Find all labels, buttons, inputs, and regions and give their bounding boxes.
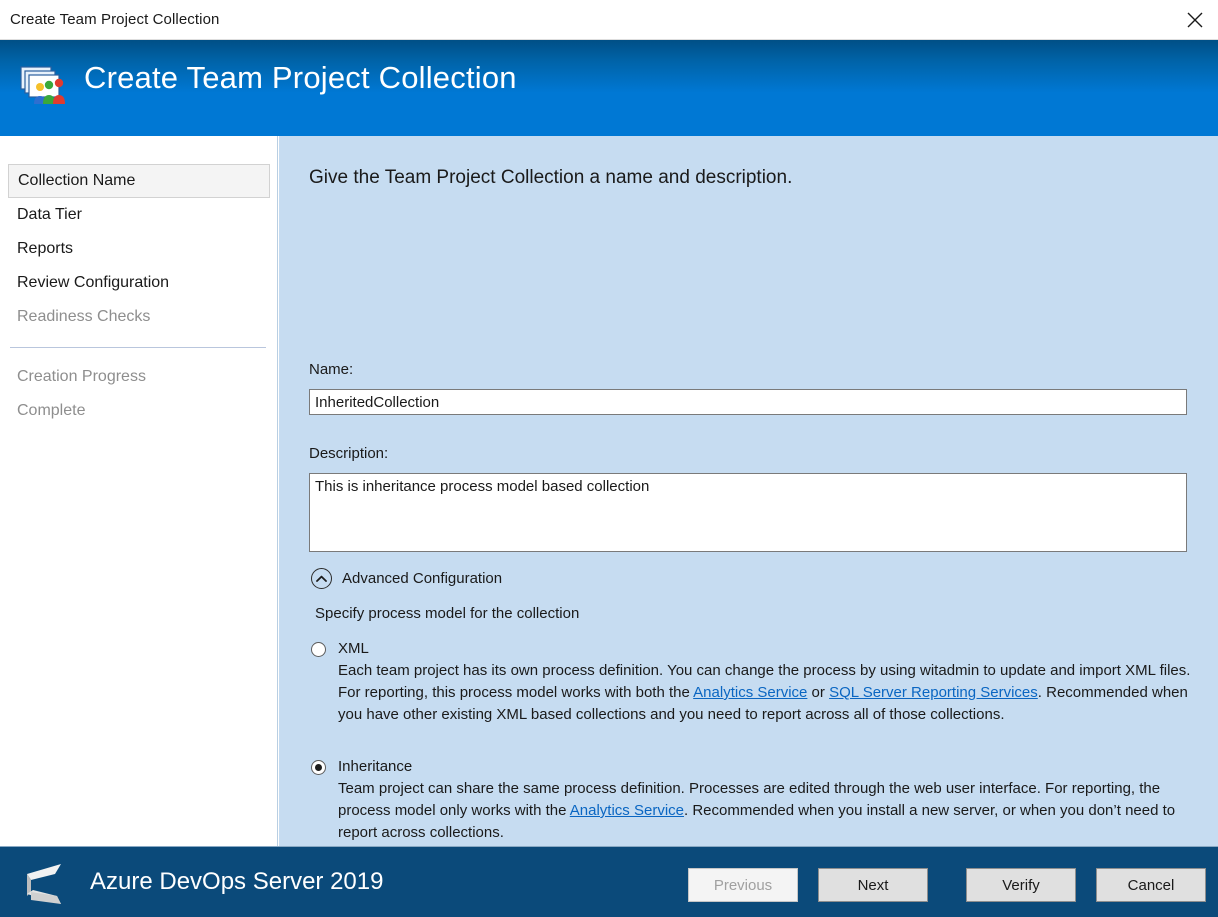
product-name: Azure DevOps Server 2019 xyxy=(90,868,383,896)
content-heading: Give the Team Project Collection a name … xyxy=(309,167,792,189)
sidebar-item-review-configuration[interactable]: Review Configuration xyxy=(8,266,270,300)
radio-inheritance-description: Team project can share the same process … xyxy=(338,778,1196,844)
close-icon[interactable] xyxy=(1172,0,1218,39)
next-button[interactable]: Next xyxy=(818,868,928,902)
sidebar-item-label: Collection Name xyxy=(18,172,135,190)
sidebar-item-collection-name[interactable]: Collection Name xyxy=(8,164,270,198)
sidebar-item-readiness-checks: Readiness Checks xyxy=(8,300,270,334)
page-title: Create Team Project Collection xyxy=(84,60,517,96)
process-model-option-inheritance[interactable]: Inheritance Team project can share the s… xyxy=(311,757,1201,844)
radio-inheritance[interactable] xyxy=(311,760,326,775)
dialog-header: Create Team Project Collection xyxy=(0,40,1218,136)
sql-server-reporting-services-link[interactable]: SQL Server Reporting Services xyxy=(829,684,1038,701)
wizard-content-panel: Give the Team Project Collection a name … xyxy=(279,136,1218,846)
create-team-project-collection-dialog: Create Team Project Collection Create Te… xyxy=(0,0,1218,917)
sidebar-item-creation-progress: Creation Progress xyxy=(8,360,270,394)
azure-devops-logo-icon xyxy=(17,860,71,908)
verify-button[interactable]: Verify xyxy=(966,868,1076,902)
description-field-label: Description: xyxy=(309,445,388,462)
analytics-service-link[interactable]: Analytics Service xyxy=(570,802,684,819)
advanced-configuration-toggle[interactable]: Advanced Configuration xyxy=(311,568,502,589)
sidebar-item-label: Data Tier xyxy=(17,206,82,224)
sidebar-item-label: Creation Progress xyxy=(17,368,146,386)
collection-name-input[interactable] xyxy=(309,389,1187,415)
analytics-service-link[interactable]: Analytics Service xyxy=(693,684,807,701)
sidebar-item-data-tier[interactable]: Data Tier xyxy=(8,198,270,232)
process-model-option-xml[interactable]: XML Each team project has its own proces… xyxy=(311,639,1201,726)
radio-xml[interactable] xyxy=(311,642,326,657)
team-project-collection-icon xyxy=(18,64,70,112)
radio-inheritance-label: Inheritance xyxy=(338,757,1201,777)
previous-button[interactable]: Previous xyxy=(688,868,798,902)
footer-button-group: Previous Next Verify Cancel xyxy=(688,868,1206,902)
sidebar-divider xyxy=(10,347,266,348)
wizard-sidebar: Collection Name Data Tier Reports Review… xyxy=(0,136,278,846)
sidebar-item-label: Complete xyxy=(17,402,85,420)
process-model-subtitle: Specify process model for the collection xyxy=(315,605,579,622)
dialog-footer: Azure DevOps Server 2019 Previous Next V… xyxy=(0,846,1218,917)
wizard-step-list: Collection Name Data Tier Reports Review… xyxy=(0,164,278,428)
advanced-configuration-label: Advanced Configuration xyxy=(342,570,502,587)
radio-xml-label: XML xyxy=(338,639,1201,659)
cancel-button[interactable]: Cancel xyxy=(1096,868,1206,902)
name-field-label: Name: xyxy=(309,361,353,378)
xml-desc-part-2: or xyxy=(807,684,829,701)
sidebar-item-reports[interactable]: Reports xyxy=(8,232,270,266)
sidebar-item-label: Reports xyxy=(17,240,73,258)
collection-description-input[interactable]: This is inheritance process model based … xyxy=(309,473,1187,552)
sidebar-item-label: Readiness Checks xyxy=(17,308,150,326)
window-titlebar: Create Team Project Collection xyxy=(0,0,1218,40)
sidebar-item-complete: Complete xyxy=(8,394,270,428)
chevron-up-icon xyxy=(311,568,332,589)
sidebar-item-label: Review Configuration xyxy=(17,274,169,292)
radio-xml-description: Each team project has its own process de… xyxy=(338,660,1196,726)
window-title: Create Team Project Collection xyxy=(10,11,219,28)
